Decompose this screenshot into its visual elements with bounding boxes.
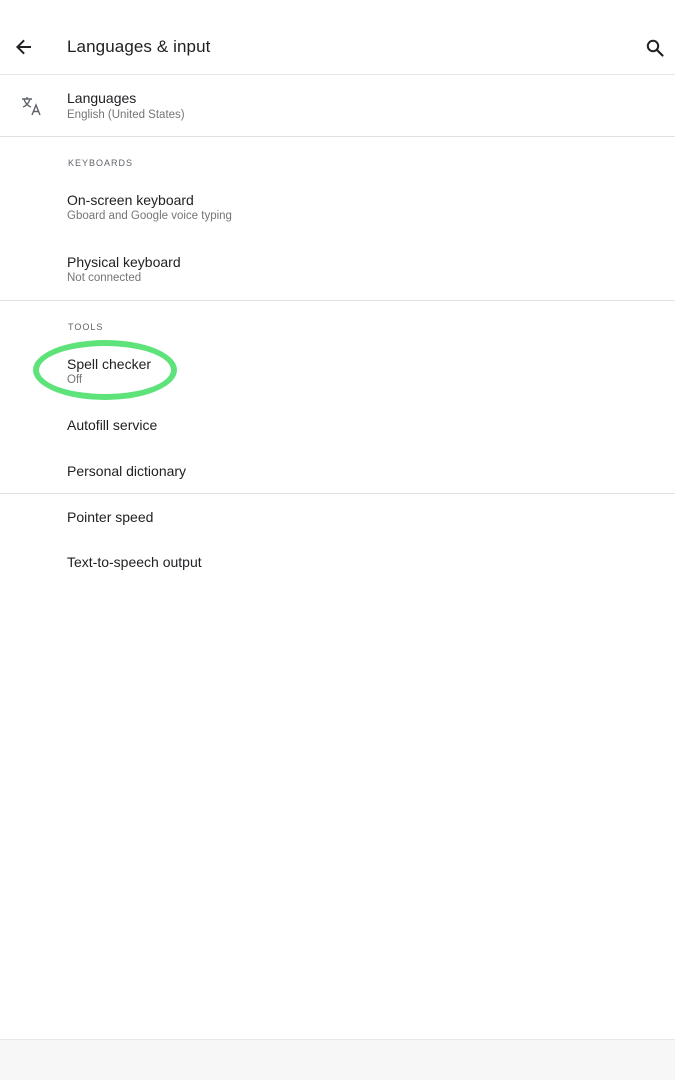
pointer-speed-item[interactable]: Pointer speed [0,496,675,540]
search-button[interactable] [643,36,667,60]
keyboards-section-header: KEYBOARDS [68,158,134,168]
personal-dictionary-item[interactable]: Personal dictionary [0,450,675,492]
on-screen-keyboard-item[interactable]: On-screen keyboard Gboard and Google voi… [0,180,675,236]
arrow-back-icon [16,39,31,55]
bottom-bar [0,1039,675,1080]
text-to-speech-item[interactable]: Text-to-speech output [0,541,675,585]
app-bar: Languages & input [0,0,675,75]
autofill-service-item[interactable]: Autofill service [0,404,675,448]
tools-section-header: TOOLS [68,322,104,332]
languages-item[interactable]: Languages English (United States) [0,76,675,136]
languages-title: Languages [67,90,137,106]
languages-summary: English (United States) [67,109,185,121]
spell-checker-item[interactable]: Spell checker Off [0,344,675,400]
text-to-speech-title: Text-to-speech output [67,554,202,570]
physical-keyboard-item[interactable]: Physical keyboard Not connected [0,242,675,298]
page-title: Languages & input [67,37,211,56]
physical-keyboard-summary: Not connected [67,272,142,284]
physical-keyboard-title: Physical keyboard [67,254,181,270]
on-screen-keyboard-summary: Gboard and Google voice typing [67,210,232,222]
on-screen-keyboard-title: On-screen keyboard [67,192,194,208]
back-button[interactable] [11,35,37,59]
search-icon [646,39,664,57]
spell-checker-title: Spell checker [67,356,152,372]
divider [0,136,675,137]
divider [0,300,675,301]
spell-checker-summary: Off [67,374,83,386]
translate-icon [22,97,41,116]
personal-dictionary-title: Personal dictionary [67,463,187,479]
pointer-speed-title: Pointer speed [67,509,154,525]
autofill-service-title: Autofill service [67,417,158,433]
divider [0,493,675,494]
